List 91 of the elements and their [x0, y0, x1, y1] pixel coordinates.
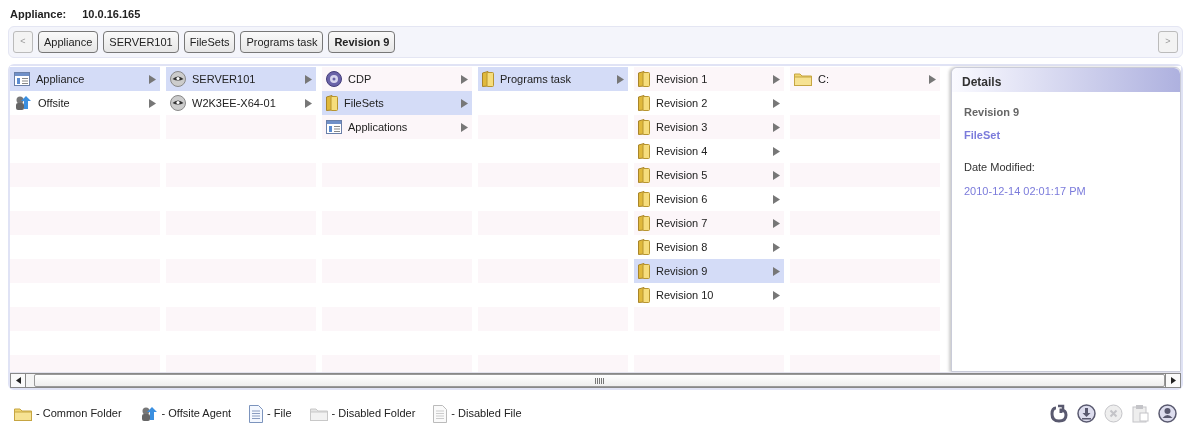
- column-item[interactable]: Applications: [322, 115, 472, 139]
- disc-icon: [326, 71, 342, 87]
- curl-arrow-button[interactable]: [1050, 404, 1069, 423]
- appliance-address: 10.0.16.165: [82, 7, 141, 22]
- column-item[interactable]: Revision 10: [634, 283, 784, 307]
- expand-arrow-icon: [773, 266, 780, 276]
- column-item[interactable]: FileSets: [322, 91, 472, 115]
- download-icon: [1077, 404, 1096, 423]
- column-item[interactable]: Revision 7: [634, 211, 784, 235]
- column-item[interactable]: C:: [790, 67, 940, 91]
- expand-arrow-icon: [149, 74, 156, 84]
- folder-icon: [794, 72, 812, 86]
- column-item[interactable]: Revision 8: [634, 235, 784, 259]
- agent-icon: [139, 405, 158, 422]
- download-button[interactable]: [1077, 404, 1096, 423]
- column-item[interactable]: Revision 6: [634, 187, 784, 211]
- folder-icon: [638, 287, 650, 303]
- column-item[interactable]: Revision 3: [634, 115, 784, 139]
- column-item[interactable]: Revision 9: [634, 259, 784, 283]
- expand-arrow-icon: [149, 98, 156, 108]
- column-item[interactable]: Offsite: [10, 91, 160, 115]
- user-button[interactable]: [1158, 404, 1177, 423]
- expand-arrow-icon: [773, 122, 780, 132]
- expand-arrow-icon: [773, 218, 780, 228]
- breadcrumb-button[interactable]: FileSets: [183, 31, 236, 53]
- breadcrumb-button[interactable]: Programs task: [240, 31, 324, 53]
- folder-icon: [14, 406, 32, 421]
- date-value: 2010-12-14 02:01:17 PM: [964, 183, 1087, 199]
- document-icon: [433, 404, 448, 423]
- column-item[interactable]: Revision 1: [634, 67, 784, 91]
- expand-arrow-icon: [461, 98, 468, 108]
- grip-icon: [595, 377, 604, 384]
- expand-arrow-icon: [773, 242, 780, 252]
- item-type: FileSet: [964, 127, 1002, 143]
- folder-icon: [638, 119, 650, 135]
- agent-icon: [14, 95, 32, 111]
- breadcrumb-button[interactable]: Revision 9: [328, 31, 396, 53]
- eye-disc-icon: [170, 71, 186, 87]
- column-item[interactable]: SERVER101: [166, 67, 316, 91]
- legend-label: - Offsite Agent: [161, 406, 232, 422]
- column-item[interactable]: CDP: [322, 67, 472, 91]
- appliance-label: Appliance:: [10, 7, 67, 22]
- expand-arrow-icon: [461, 74, 468, 84]
- column-item[interactable]: Revision 4: [634, 139, 784, 163]
- folder-icon: [638, 143, 650, 159]
- item-name: Revision 9: [964, 105, 1021, 120]
- expand-arrow-icon: [617, 74, 624, 84]
- folder-icon: [326, 95, 338, 111]
- expand-arrow-icon: [305, 74, 312, 84]
- folder-icon: [309, 406, 328, 421]
- window-icon: [14, 72, 30, 86]
- expand-arrow-icon: [773, 146, 780, 156]
- column-item[interactable]: Revision 5: [634, 163, 784, 187]
- expand-arrow-icon: [773, 170, 780, 180]
- curl-arrow-icon: [1050, 404, 1069, 423]
- folder-icon: [638, 167, 650, 183]
- eye-disc-icon: [170, 95, 186, 111]
- expand-arrow-icon: [461, 122, 468, 132]
- folder-icon: [638, 71, 650, 87]
- folder-icon: [638, 191, 650, 207]
- horizontal-scrollbar[interactable]: [10, 372, 1181, 388]
- expand-arrow-icon: [773, 74, 780, 84]
- folder-icon: [482, 71, 494, 87]
- folder-icon: [638, 215, 650, 231]
- column-item[interactable]: Programs task: [478, 67, 628, 91]
- expand-arrow-icon: [773, 194, 780, 204]
- expand-arrow-icon: [305, 98, 312, 108]
- legend-label: - File: [267, 406, 292, 422]
- legend-label: - Disabled Folder: [331, 406, 416, 422]
- close-icon: [1104, 404, 1123, 423]
- expand-arrow-icon: [773, 290, 780, 300]
- date-label: Date Modified:: [964, 160, 1036, 175]
- scroll-right-icon[interactable]: [1170, 377, 1176, 384]
- column-item[interactable]: W2K3EE-X64-01: [166, 91, 316, 115]
- folder-icon: [638, 95, 650, 111]
- folder-icon: [638, 263, 650, 279]
- details-header: Details: [952, 68, 1180, 92]
- document-icon: [249, 404, 264, 423]
- legend-label: - Disabled File: [451, 406, 522, 422]
- window-icon: [326, 120, 342, 134]
- folder-icon: [638, 239, 650, 255]
- clipboard-icon: [1131, 404, 1150, 423]
- legend-label: - Common Folder: [36, 406, 122, 422]
- column-item[interactable]: Revision 2: [634, 91, 784, 115]
- expand-arrow-icon: [929, 74, 936, 84]
- expand-arrow-icon: [773, 98, 780, 108]
- column-item[interactable]: Appliance: [10, 67, 160, 91]
- breadcrumb-button[interactable]: SERVER101: [103, 31, 179, 53]
- user-icon: [1158, 404, 1177, 423]
- scroll-left-icon[interactable]: [15, 377, 21, 384]
- breadcrumb-button[interactable]: Appliance: [38, 31, 99, 53]
